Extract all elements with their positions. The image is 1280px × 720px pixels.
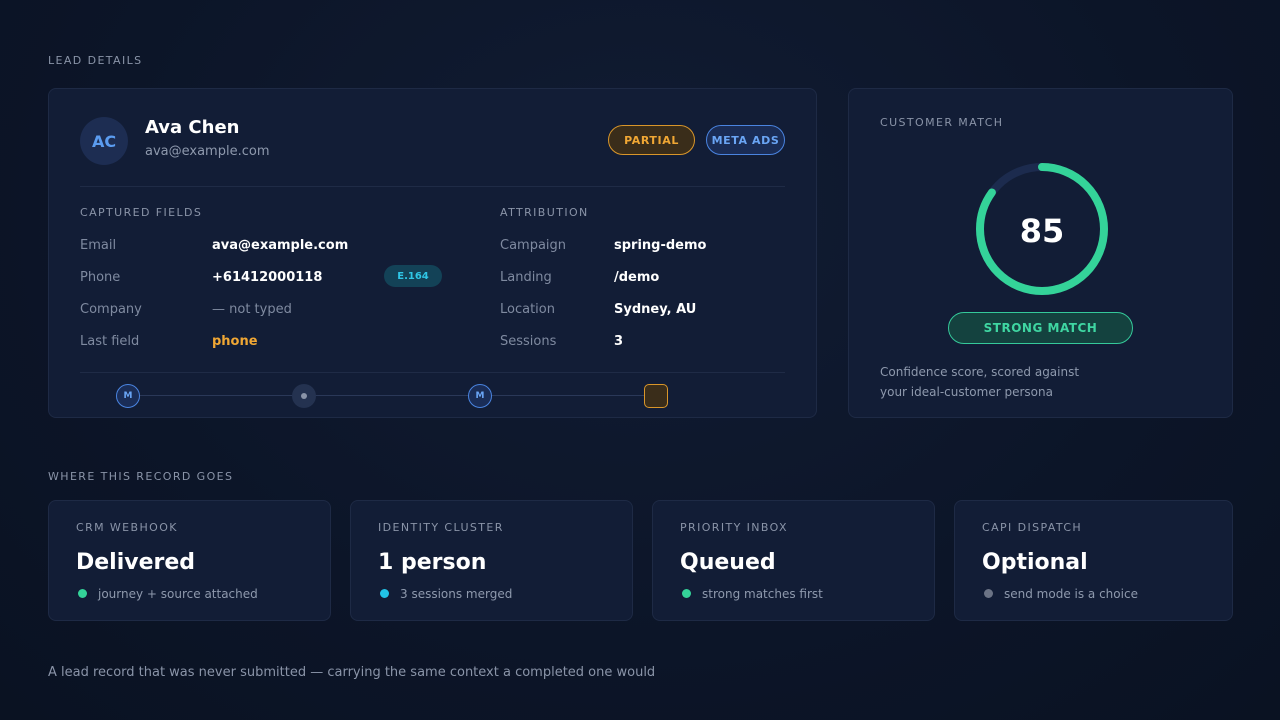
status-dot bbox=[682, 589, 691, 598]
lead-name: Ava Chen bbox=[145, 117, 240, 138]
destination-title: CAPI DISPATCH bbox=[982, 521, 1083, 534]
phone-format-tag: E.164 bbox=[384, 265, 442, 287]
field-label-email: Email bbox=[80, 238, 117, 253]
status-dot bbox=[78, 589, 87, 598]
field-value-company: — not typed bbox=[212, 302, 292, 317]
field-label-company: Company bbox=[80, 302, 142, 317]
match-score: 85 bbox=[1019, 212, 1065, 250]
attr-label-campaign: Campaign bbox=[500, 238, 567, 253]
destination-title: PRIORITY INBOX bbox=[680, 521, 788, 534]
match-description: Confidence score, scored against your id… bbox=[880, 365, 1080, 399]
field-value-phone: +61412000118 bbox=[212, 270, 323, 285]
destination-status: 1 person bbox=[378, 550, 487, 575]
destination-status: Delivered bbox=[76, 550, 196, 575]
destination-card-priority-inbox[interactable]: PRIORITY INBOX Queued strong matches fir… bbox=[652, 500, 935, 621]
destination-note: journey + source attached bbox=[98, 587, 258, 601]
avatar: AC bbox=[80, 117, 128, 165]
status-badge: PARTIAL bbox=[608, 125, 695, 155]
timeline-node-current[interactable] bbox=[644, 384, 668, 408]
match-strength-badge: STRONG MATCH bbox=[948, 312, 1133, 344]
captured-fields-heading: CAPTURED FIELDS bbox=[80, 206, 203, 219]
destination-card-crm-webhook[interactable]: CRM WEBHOOK Delivered journey + source a… bbox=[48, 500, 331, 621]
destination-card-identity-cluster[interactable]: IDENTITY CLUSTER 1 person 3 sessions mer… bbox=[350, 500, 633, 621]
status-dot bbox=[984, 589, 993, 598]
attr-value-campaign: spring-demo bbox=[614, 238, 707, 253]
field-label-last-field: Last field bbox=[80, 334, 140, 349]
destination-status: Queued bbox=[680, 550, 776, 575]
lead-details-heading: LEAD DETAILS bbox=[48, 54, 143, 67]
attr-value-location: Sydney, AU bbox=[614, 302, 697, 317]
field-value-last-field: phone bbox=[212, 334, 258, 349]
attr-label-location: Location bbox=[500, 302, 555, 317]
header-divider bbox=[80, 186, 785, 187]
timeline-track bbox=[129, 395, 659, 396]
field-value-email: ava@example.com bbox=[212, 238, 349, 253]
timeline-node-meta[interactable]: M bbox=[468, 384, 492, 408]
customer-match-title: CUSTOMER MATCH bbox=[880, 116, 1004, 129]
destination-note: strong matches first bbox=[702, 587, 823, 601]
attr-label-landing: Landing bbox=[500, 270, 552, 285]
source-badge: META ADS bbox=[706, 125, 785, 155]
customer-match-card: CUSTOMER MATCH 85 STRONG MATCH Confidenc… bbox=[848, 88, 1233, 418]
lead-email: ava@example.com bbox=[145, 144, 270, 159]
timeline-node-meta[interactable]: M bbox=[116, 384, 140, 408]
attr-label-sessions: Sessions bbox=[500, 334, 557, 349]
attr-value-sessions: 3 bbox=[614, 334, 624, 349]
field-label-phone: Phone bbox=[80, 270, 121, 285]
lead-card: AC Ava Chen ava@example.com PARTIAL META… bbox=[48, 88, 817, 418]
destination-title: CRM WEBHOOK bbox=[76, 521, 178, 534]
attr-value-landing: /demo bbox=[614, 270, 660, 285]
timeline-divider bbox=[80, 372, 785, 373]
destinations-heading: WHERE THIS RECORD GOES bbox=[48, 470, 234, 483]
destination-status: Optional bbox=[982, 550, 1088, 575]
destination-title: IDENTITY CLUSTER bbox=[378, 521, 504, 534]
attribution-heading: ATTRIBUTION bbox=[500, 206, 589, 219]
destination-note: 3 sessions merged bbox=[400, 587, 513, 601]
destination-note: send mode is a choice bbox=[1004, 587, 1138, 601]
footer-caption: A lead record that was never submitted —… bbox=[48, 665, 656, 680]
timeline-node-visit[interactable] bbox=[292, 384, 316, 408]
destination-card-capi-dispatch[interactable]: CAPI DISPATCH Optional send mode is a ch… bbox=[954, 500, 1233, 621]
status-dot bbox=[380, 589, 389, 598]
